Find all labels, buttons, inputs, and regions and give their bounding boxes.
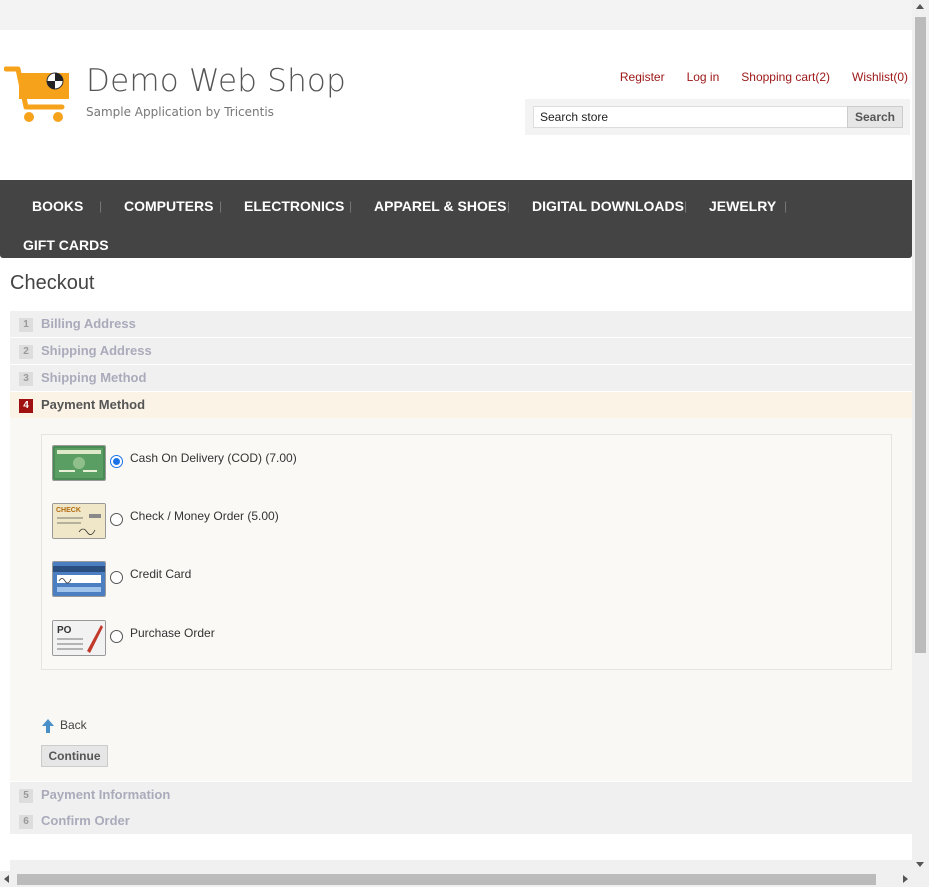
payment-method-credit-card[interactable]: Credit Card	[52, 561, 652, 597]
step-label: Payment Method	[41, 397, 146, 412]
menu-separator: |	[684, 199, 688, 213]
scroll-down-icon[interactable]	[916, 862, 924, 867]
page: Demo Web Shop Sample Application by Tric…	[0, 30, 912, 871]
scroll-left-icon[interactable]	[4, 875, 9, 883]
menu-item-computers[interactable]: COMPUTERS	[124, 198, 213, 214]
radio-cod[interactable]	[110, 455, 123, 468]
login-link[interactable]: Log in	[687, 70, 720, 84]
radio-purchase-order[interactable]	[110, 630, 123, 643]
purchase-order-icon: PO	[52, 620, 106, 656]
back-link[interactable]: Back	[42, 718, 87, 733]
search-button[interactable]: Search	[847, 106, 903, 128]
step-label: Shipping Address	[41, 343, 152, 358]
step-number: 6	[19, 815, 33, 829]
menu-separator: |	[99, 199, 103, 213]
step-number: 3	[19, 372, 33, 386]
step-number: 1	[19, 318, 33, 332]
check-icon: CHECK	[52, 503, 106, 539]
vertical-scrollbar[interactable]	[912, 0, 929, 871]
svg-text:CHECK: CHECK	[56, 507, 81, 514]
site-subtitle: Sample Application by Tricentis	[86, 105, 274, 119]
horizontal-scroll-thumb[interactable]	[17, 874, 876, 885]
order-summary-strip	[10, 860, 912, 871]
step-billing-address[interactable]: 1 Billing Address	[10, 311, 912, 338]
shopping-cart-logo-icon[interactable]	[4, 65, 74, 127]
scroll-up-icon[interactable]	[916, 4, 924, 9]
svg-text:PO: PO	[57, 625, 72, 636]
payment-method-purchase-order[interactable]: PO Purchase Order	[52, 620, 652, 656]
menu-item-digital-downloads[interactable]: DIGITAL DOWNLOADS	[532, 198, 684, 214]
payment-method-cod[interactable]: Cash On Delivery (COD) (7.00)	[52, 445, 652, 481]
credit-card-icon	[52, 561, 106, 597]
payment-methods-list: Cash On Delivery (COD) (7.00) CHECK Chec…	[41, 434, 892, 670]
header-links: Register Log in Shopping cart(2) Wishlis…	[620, 70, 908, 84]
menu-separator: |	[219, 199, 223, 213]
payment-method-label: Credit Card	[130, 567, 192, 581]
step-shipping-address[interactable]: 2 Shipping Address	[10, 338, 912, 365]
menu-item-electronics[interactable]: ELECTRONICS	[244, 198, 344, 214]
step-number: 2	[19, 345, 33, 359]
top-menu: BOOKS | COMPUTERS | ELECTRONICS | APPARE…	[0, 180, 912, 258]
radio-credit-card[interactable]	[110, 571, 123, 584]
shopping-cart-link[interactable]: Shopping cart(2)	[741, 70, 830, 84]
step-payment-method: 4 Payment Method	[10, 392, 912, 419]
scrollbar-corner	[912, 871, 929, 887]
step-label: Shipping Method	[41, 370, 147, 385]
menu-item-books[interactable]: BOOKS	[32, 198, 83, 214]
horizontal-scrollbar[interactable]	[0, 871, 912, 887]
register-link[interactable]: Register	[620, 70, 665, 84]
scroll-right-icon[interactable]	[903, 875, 908, 883]
step-number: 4	[19, 399, 33, 413]
menu-item-apparel-shoes[interactable]: APPAREL & SHOES	[374, 198, 507, 214]
back-label: Back	[60, 718, 87, 732]
step-label: Payment Information	[41, 787, 171, 802]
payment-method-label: Check / Money Order (5.00)	[130, 509, 279, 523]
arrow-up-icon	[42, 718, 54, 733]
payment-method-label: Purchase Order	[130, 626, 215, 640]
search-input[interactable]: Search store	[533, 106, 855, 128]
continue-button[interactable]: Continue	[41, 745, 108, 767]
menu-item-gift-cards[interactable]: GIFT CARDS	[23, 237, 109, 253]
menu-separator: |	[507, 199, 511, 213]
site-title[interactable]: Demo Web Shop	[86, 63, 346, 99]
search-box: Search store Search	[525, 99, 910, 135]
vertical-scroll-thumb[interactable]	[915, 17, 926, 653]
step-shipping-method[interactable]: 3 Shipping Method	[10, 365, 912, 392]
menu-separator: |	[349, 199, 353, 213]
step-label: Confirm Order	[41, 813, 130, 828]
menu-item-jewelry[interactable]: JEWELRY	[709, 198, 776, 214]
step-label: Billing Address	[41, 316, 136, 331]
payment-method-label: Cash On Delivery (COD) (7.00)	[130, 451, 297, 465]
payment-method-check[interactable]: CHECK Check / Money Order (5.00)	[52, 503, 652, 539]
step-number: 5	[19, 789, 33, 803]
credit-card-green-icon	[52, 445, 106, 481]
step-confirm-order: 6 Confirm Order	[10, 808, 912, 835]
radio-check[interactable]	[110, 513, 123, 526]
step-payment-information: 5 Payment Information	[10, 782, 912, 809]
menu-separator: |	[784, 199, 788, 213]
wishlist-link[interactable]: Wishlist(0)	[852, 70, 908, 84]
payment-method-panel: Cash On Delivery (COD) (7.00) CHECK Chec…	[10, 418, 912, 781]
page-title: Checkout	[10, 272, 95, 294]
top-strip	[0, 0, 912, 30]
